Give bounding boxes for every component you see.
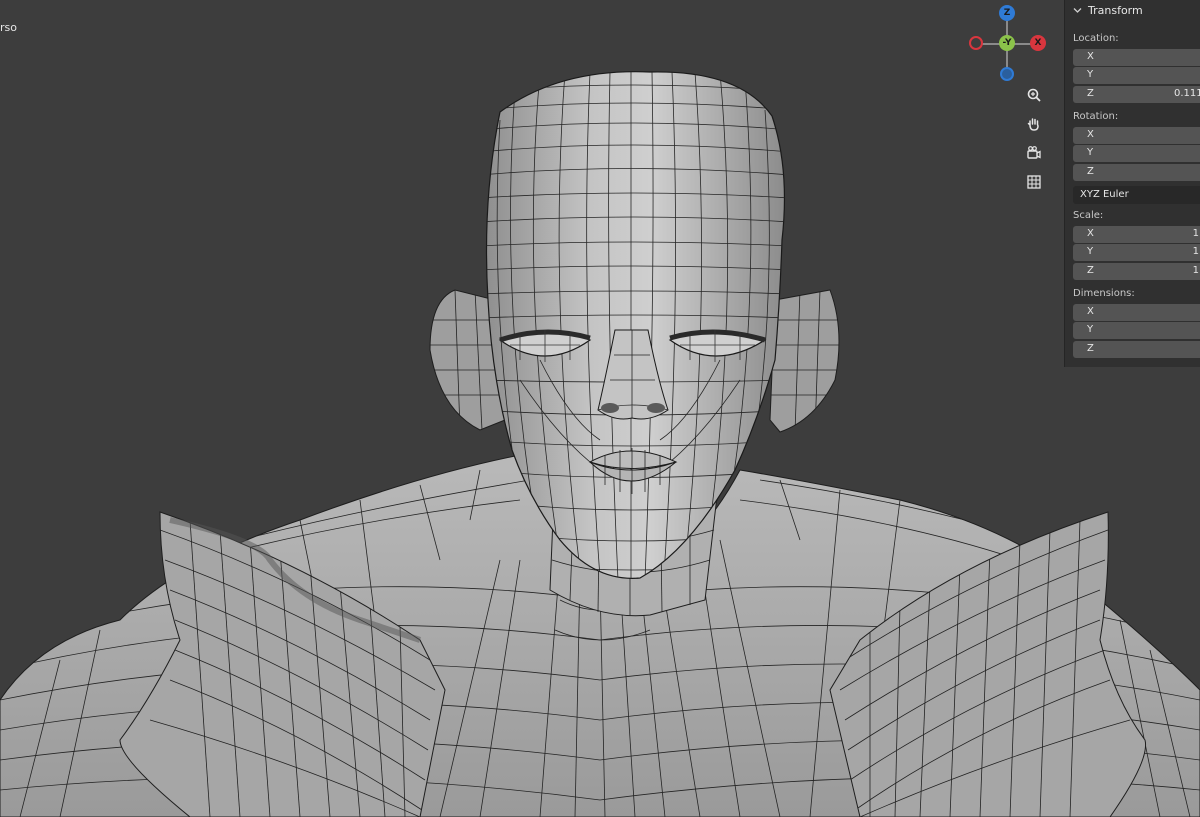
location-z-field[interactable]: Z 0.1114 [1073, 86, 1200, 103]
rotation-mode-value: XYZ Euler [1080, 189, 1129, 200]
character-mesh-wireframe [0, 71, 1200, 817]
camera-view-icon [1027, 146, 1041, 159]
scale-y-field[interactable]: Y1 [1073, 244, 1200, 261]
axis-label: Z [1087, 166, 1094, 177]
field-value: 0.1114 [1174, 88, 1200, 99]
axis-label: X [1087, 306, 1094, 317]
location-label: Location: [1073, 33, 1119, 44]
hand-pan-icon [1027, 118, 1039, 131]
gizmo-x-axis[interactable]: X [1030, 35, 1046, 51]
axis-label: Y [1087, 69, 1094, 80]
ortho-toggle-button[interactable] [1022, 170, 1046, 194]
gizmo-neg-x-axis[interactable] [969, 36, 983, 50]
field-value: 1 [1192, 246, 1199, 257]
rotation-mode-dropdown[interactable]: XYZ Euler [1073, 186, 1200, 204]
chevron-down-icon [1073, 8, 1082, 13]
gizmo-z-axis[interactable]: Z [999, 5, 1015, 21]
transform-sidebar-panel: Transform Location: X Y Z 0.1114 Rotation… [1064, 0, 1200, 367]
rotation-z-field[interactable]: Z [1073, 164, 1200, 181]
axis-label: X [1087, 228, 1094, 239]
axis-label: Z [1087, 265, 1094, 276]
pan-button[interactable] [1022, 112, 1046, 136]
axis-label: Y [1087, 246, 1094, 257]
gizmo-neg-y-axis[interactable]: -Y [999, 35, 1015, 51]
axis-label: Y [1087, 147, 1094, 158]
dimensions-label: Dimensions: [1073, 288, 1135, 299]
axis-label: Y [1087, 324, 1094, 335]
field-value: 1 [1192, 265, 1199, 276]
location-x-field[interactable]: X [1073, 49, 1200, 66]
rotation-label: Rotation: [1073, 111, 1119, 122]
scale-label: Scale: [1073, 210, 1104, 221]
rotation-y-field[interactable]: Y [1073, 145, 1200, 162]
zoom-button[interactable] [1022, 83, 1046, 107]
transform-panel-title: Transform [1088, 4, 1143, 17]
3d-viewport[interactable]: rso Z -Y X [0, 0, 1200, 817]
axis-label: X [1087, 51, 1094, 62]
location-y-field[interactable]: Y [1073, 67, 1200, 84]
scale-z-field[interactable]: Z1 [1073, 263, 1200, 280]
field-value: 1 [1192, 228, 1199, 239]
axis-label: X [1087, 129, 1094, 140]
dimensions-x-field[interactable]: X [1073, 304, 1200, 321]
dimensions-z-field[interactable]: Z [1073, 341, 1200, 358]
gizmo-neg-z-axis[interactable] [1000, 67, 1014, 81]
grid-ortho-icon [1027, 175, 1041, 189]
axis-label: Z [1087, 343, 1094, 354]
camera-view-button[interactable] [1022, 141, 1046, 165]
object-name-label: rso [0, 21, 17, 34]
dimensions-y-field[interactable]: Y [1073, 322, 1200, 339]
navigation-gizmo[interactable]: Z -Y X [964, 4, 1052, 86]
zoom-icon [1027, 88, 1041, 102]
scale-x-field[interactable]: X1 [1073, 226, 1200, 243]
axis-label: Z [1087, 88, 1094, 99]
rotation-x-field[interactable]: X [1073, 127, 1200, 144]
transform-panel-header[interactable]: Transform [1073, 4, 1143, 17]
